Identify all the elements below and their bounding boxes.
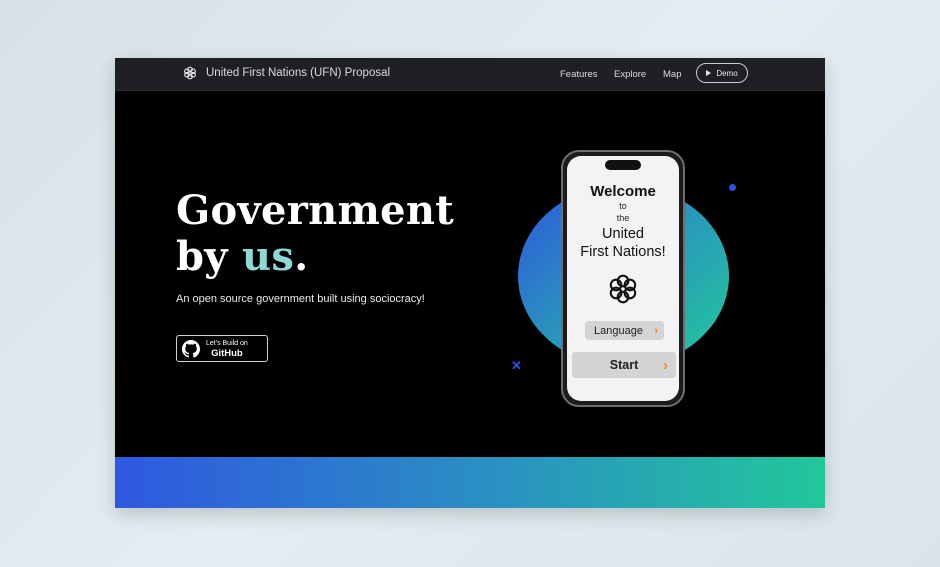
nav-link-features[interactable]: Features	[560, 69, 598, 80]
website-frame: United First Nations (UFN) Proposal Feat…	[115, 58, 825, 508]
brand[interactable]: United First Nations (UFN) Proposal	[183, 66, 390, 80]
language-button[interactable]: Language ›	[585, 321, 664, 340]
headline-period: .	[294, 233, 309, 280]
github-icon	[182, 339, 200, 358]
start-label: Start	[609, 358, 639, 372]
chevron-right-icon: ›	[654, 324, 658, 337]
phone-screen: Welcome to the United First Nations! Lan…	[567, 156, 679, 401]
phone-to: to	[619, 201, 627, 211]
nav-link-explore[interactable]: Explore	[614, 69, 646, 80]
github-small-label: Let's Build on	[206, 339, 248, 347]
headline-us: us	[242, 233, 295, 280]
start-button[interactable]: Start ›	[572, 352, 676, 378]
flower-logo-icon	[609, 274, 637, 304]
phone-united: United	[602, 226, 644, 242]
headline-line1: Government	[176, 187, 455, 234]
flower-logo-icon	[184, 66, 196, 80]
gradient-band	[115, 457, 825, 508]
play-icon	[706, 70, 712, 76]
github-big-label: GitHub	[211, 347, 243, 359]
decorative-dot	[729, 184, 736, 191]
chevron-right-icon: ›	[663, 356, 668, 374]
phone-notch	[605, 160, 641, 170]
hero-subtitle: An open source government built using so…	[176, 293, 425, 305]
headline-by: by	[176, 233, 228, 280]
demo-button[interactable]: Demo	[696, 63, 748, 83]
phone-first-nations: First Nations!	[580, 244, 666, 260]
demo-label: Demo	[716, 68, 738, 78]
github-text: Let's Build on GitHub	[206, 339, 248, 359]
phone-mockup: Welcome to the United First Nations! Lan…	[561, 150, 685, 407]
nav-link-map[interactable]: Map	[663, 69, 681, 80]
github-button[interactable]: Let's Build on GitHub	[176, 335, 268, 362]
cross-icon: ✕	[511, 358, 522, 373]
phone-welcome: Welcome	[590, 183, 656, 200]
navbar: United First Nations (UFN) Proposal Feat…	[115, 58, 825, 91]
language-label: Language	[594, 324, 643, 337]
phone-the: the	[616, 213, 630, 223]
brand-title: United First Nations (UFN) Proposal	[206, 67, 391, 79]
hero-headline: Government by us.	[176, 188, 454, 280]
